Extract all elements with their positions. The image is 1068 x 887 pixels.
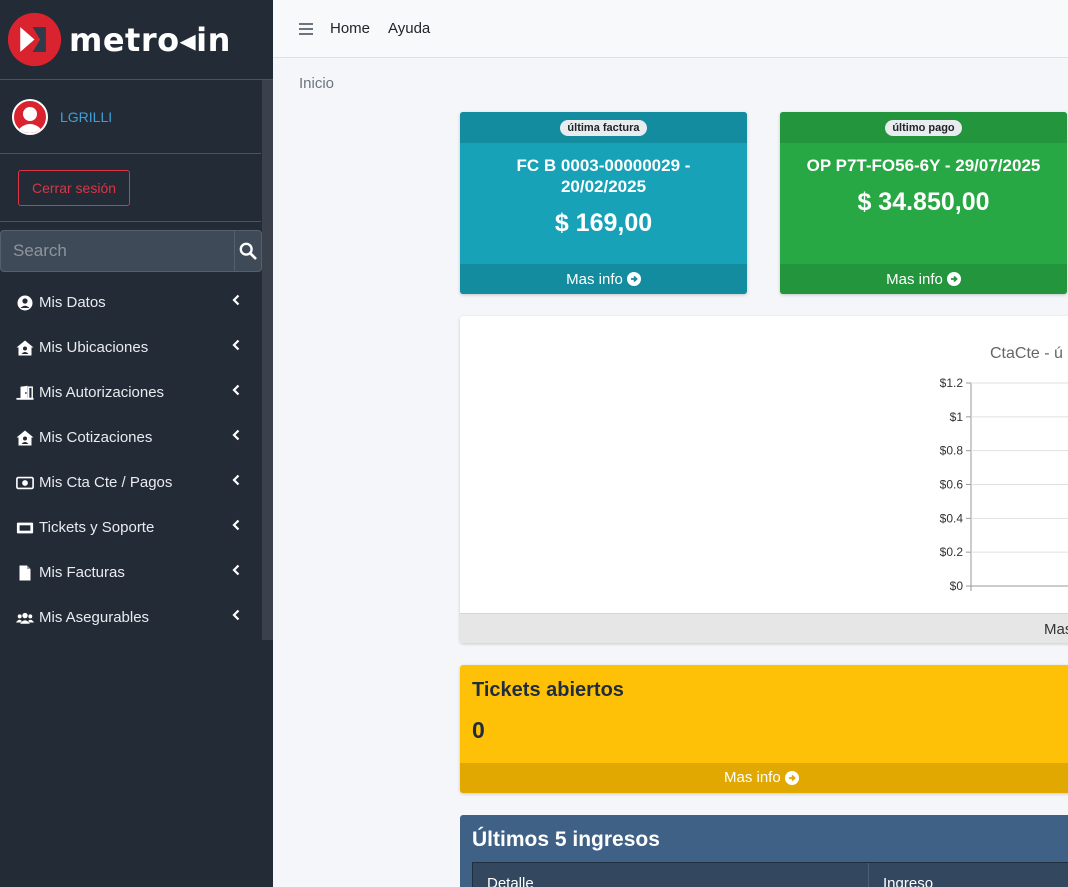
sidebar-item-tickets-soporte[interactable]: Tickets y Soporte (0, 505, 262, 550)
sidebar-item-label: Mis Datos (39, 294, 106, 311)
sidebar-item-label: Mis Facturas (39, 564, 125, 581)
user-circle-icon (16, 294, 34, 312)
sidebar-nav: Mis Datos Mis Ubicaciones Mis Autorizaci… (0, 280, 262, 640)
nav-help-link[interactable]: Ayuda (388, 20, 430, 37)
sidebar-item-label: Mis Ubicaciones (39, 339, 149, 356)
last-invoice-title: FC B 0003-00000029 - 20/02/2025 (516, 156, 691, 196)
ticket-icon (16, 519, 34, 537)
sidebar: metro◂in LGRILLI Cerrar sesión Mis Datos (0, 0, 273, 887)
brand-name: metro◂in (69, 20, 231, 59)
ingresos-title: Últimos 5 ingresos (472, 828, 660, 851)
logout-area: Cerrar sesión (0, 154, 261, 222)
sidebar-item-label: Tickets y Soporte (39, 519, 155, 536)
last-payment-box: último pago OP P7T-FO56-6Y - 29/07/2025 … (780, 112, 1067, 294)
chart-y-tick-label: $0 (950, 579, 964, 593)
chart-footer-label: Mas (1044, 621, 1068, 638)
door-open-icon (16, 384, 34, 402)
more-info-label: Mas info (724, 769, 781, 786)
chart-y-tick-label: $1.2 (940, 376, 964, 390)
last-invoice-amount: $ 169,00 (554, 209, 653, 237)
search-icon (239, 242, 257, 260)
sidebar-item-label: Mis Asegurables (39, 609, 150, 626)
open-tickets-box: Tickets abiertos 0 Mas info (460, 665, 1068, 793)
tickets-more-link[interactable]: Mas info (460, 763, 1068, 793)
more-info-label: Mas info (886, 270, 943, 288)
sidebar-item-mis-facturas[interactable]: Mis Facturas (0, 550, 262, 595)
sidebar-item-mis-datos[interactable]: Mis Datos (0, 280, 262, 325)
chart-y-tick-label: $1 (950, 410, 964, 424)
user-name[interactable]: LGRILLI (60, 109, 112, 125)
chevron-left-icon (232, 519, 240, 531)
breadcrumb: Inicio (299, 75, 335, 92)
chevron-left-icon (232, 384, 240, 396)
sidebar-item-mis-cotizaciones[interactable]: Mis Cotizaciones (0, 415, 262, 460)
last-invoice-box: última factura FC B 0003-00000029 - 20/0… (460, 112, 747, 294)
chevron-left-icon (232, 429, 240, 441)
tickets-count: 0 (472, 717, 485, 743)
chart-y-tick-label: $0.2 (940, 545, 964, 559)
last-payment-title: OP P7T-FO56-6Y - 29/07/2025 (806, 156, 1041, 175)
last-invoice-badge: última factura (560, 119, 647, 136)
sidebar-scrollbar[interactable] (262, 80, 273, 640)
last-ingresos-card: Últimos 5 ingresos Detalle Ingreso (460, 815, 1068, 887)
hamburger-menu-icon[interactable] (299, 22, 313, 35)
sidebar-item-mis-ubicaciones[interactable]: Mis Ubicaciones (0, 325, 262, 370)
ingresos-table: Detalle Ingreso (472, 862, 1068, 887)
search-button[interactable] (234, 230, 262, 272)
tickets-title: Tickets abiertos (472, 679, 624, 701)
sidebar-item-mis-asegurables[interactable]: Mis Asegurables (0, 595, 262, 640)
arrow-circle-right-icon (946, 272, 961, 286)
file-icon (16, 564, 34, 582)
money-bill-icon (16, 474, 34, 492)
chevron-left-icon (232, 339, 240, 351)
chevron-left-icon (232, 609, 240, 621)
more-info-label: Mas info (566, 270, 623, 288)
chart-y-tick-label: $0.8 (940, 444, 964, 458)
chevron-left-icon (232, 564, 240, 576)
last-payment-more-link[interactable]: Mas info (780, 264, 1067, 294)
last-payment-amount: $ 34.850,00 (857, 188, 990, 216)
user-panel: LGRILLI (0, 80, 261, 154)
last-invoice-more-link[interactable]: Mas info (460, 264, 747, 294)
chart-y-tick-label: $0.6 (940, 478, 964, 492)
top-navbar: Home Ayuda (273, 0, 1068, 58)
chart-y-tick-label: $0.4 (940, 511, 964, 525)
chart-more-link[interactable]: Mas (460, 613, 1068, 643)
sidebar-item-label: Mis Autorizaciones (39, 384, 165, 401)
logout-button[interactable]: Cerrar sesión (18, 169, 131, 206)
ctacte-chart: $0 $0.2 $0.4 $0.6 $0.8 $1 $1.2 (940, 376, 1068, 593)
table-header-ingreso: Ingreso (883, 875, 934, 887)
house-user-icon (16, 429, 34, 447)
avatar[interactable] (12, 98, 48, 135)
nav-home-link[interactable]: Home (330, 20, 370, 37)
ctacte-chart-card: CtaCte - ú $0$0.2$0.4$0.6$0.8$1$1.2 Mas (460, 316, 1068, 643)
table-header-detalle: Detalle (473, 863, 869, 887)
brand-logo-icon (7, 12, 62, 67)
sidebar-item-label: Mis Cotizaciones (39, 429, 153, 446)
sidebar-item-mis-cta-cte-pagos[interactable]: Mis Cta Cte / Pagos (0, 460, 262, 505)
search-input[interactable] (0, 230, 234, 272)
chevron-left-icon (232, 474, 240, 486)
users-icon (16, 609, 34, 627)
sidebar-item-mis-autorizaciones[interactable]: Mis Autorizaciones (0, 370, 262, 415)
last-payment-badge: último pago (885, 119, 962, 136)
sidebar-item-label: Mis Cta Cte / Pagos (39, 474, 173, 491)
arrow-circle-right-icon (626, 272, 641, 286)
sidebar-search (0, 230, 262, 272)
brand[interactable]: metro◂in (0, 0, 273, 80)
chevron-left-icon (232, 294, 240, 306)
house-user-icon (16, 339, 34, 357)
arrow-circle-right-icon (784, 770, 799, 785)
